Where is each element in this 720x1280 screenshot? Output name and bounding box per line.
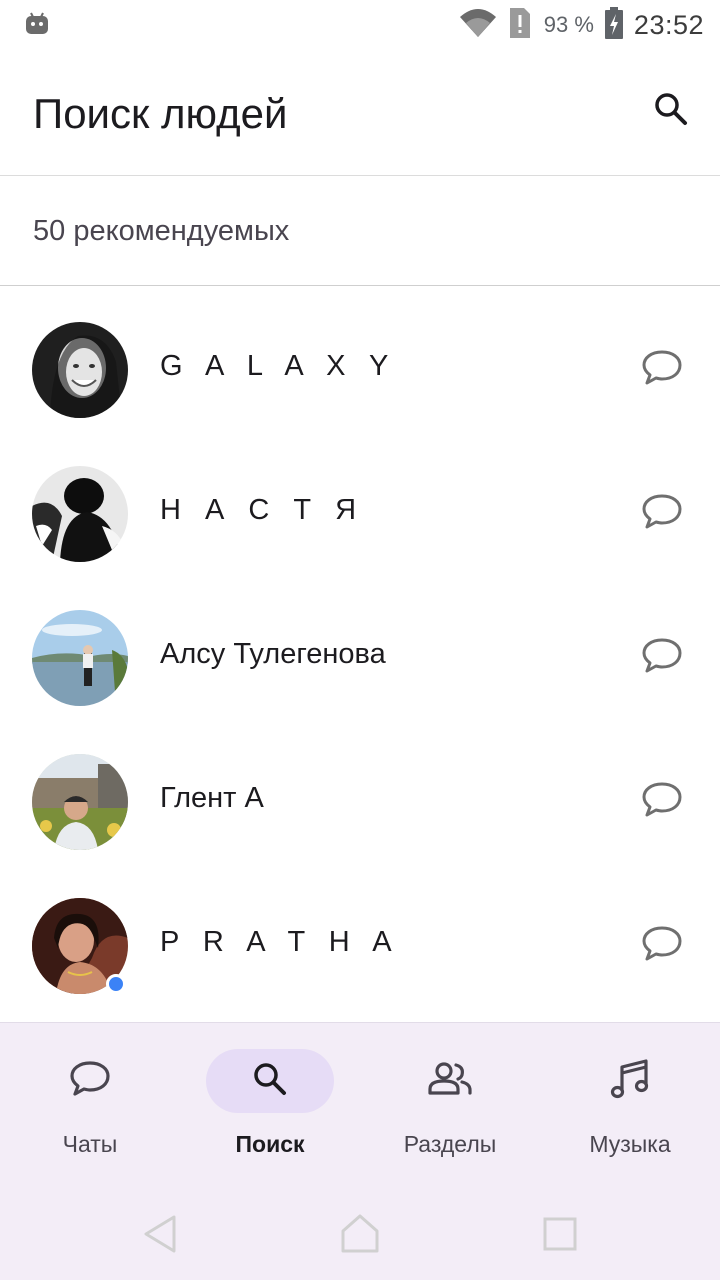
chat-bubble-icon xyxy=(641,637,683,680)
online-indicator xyxy=(106,974,126,994)
person-name: Н А С Т Я xyxy=(160,494,365,526)
person-name: Глент А xyxy=(160,782,264,814)
search-icon xyxy=(252,1061,288,1102)
back-icon xyxy=(142,1214,178,1259)
nav-icon-container[interactable] xyxy=(26,1049,154,1113)
people-list: G A L A X Y Н А С Т Я Алсу Тулегенова Гл… xyxy=(0,298,720,1018)
status-bar: 93 % 23:52 xyxy=(0,0,720,50)
page-title: Поиск людей xyxy=(33,90,288,137)
search-button[interactable] xyxy=(646,86,696,136)
recents-icon xyxy=(542,1216,578,1257)
list-item[interactable]: Глент А xyxy=(0,730,720,874)
chat-bubble-icon xyxy=(641,493,683,536)
list-item[interactable]: G A L A X Y xyxy=(0,298,720,442)
battery-charging-icon xyxy=(604,6,624,44)
avatar[interactable] xyxy=(32,610,128,706)
nav-label: Чаты xyxy=(62,1131,118,1157)
nav-icon-container[interactable] xyxy=(206,1049,334,1113)
wifi-icon xyxy=(458,7,498,44)
section-header: 50 рекомендуемых xyxy=(0,177,720,286)
system-navigation-bar xyxy=(0,1192,720,1280)
message-button[interactable] xyxy=(638,492,686,536)
nav-icon-container[interactable] xyxy=(566,1049,694,1113)
list-item[interactable]: Н А С Т Я xyxy=(0,442,720,586)
list-item[interactable]: P R A T H A xyxy=(0,874,720,1018)
message-button[interactable] xyxy=(638,924,686,968)
home-icon xyxy=(339,1213,381,1260)
bottom-navigation: Чаты Поиск Разделы Музыка xyxy=(0,1022,720,1192)
nav-item-music[interactable]: Музыка xyxy=(540,1023,720,1193)
nav-item-search[interactable]: Поиск xyxy=(180,1023,360,1193)
message-button[interactable] xyxy=(638,636,686,680)
avatar[interactable] xyxy=(32,322,128,418)
search-icon xyxy=(653,91,689,132)
person-name: Алсу Тулегенова xyxy=(160,638,386,670)
nav-label: Разделы xyxy=(403,1131,497,1157)
nav-item-sections[interactable]: Разделы xyxy=(360,1023,540,1193)
android-icon xyxy=(24,10,50,36)
person-name: G A L A X Y xyxy=(160,350,397,382)
chat-bubble-icon xyxy=(641,349,683,392)
battery-percent: 93 % xyxy=(543,12,594,37)
avatar[interactable] xyxy=(32,754,128,850)
nav-label: Поиск xyxy=(235,1131,305,1157)
chat-bubble-icon xyxy=(641,781,683,824)
message-button[interactable] xyxy=(638,348,686,392)
section-title: 50 рекомендуемых xyxy=(33,215,290,247)
nav-icon-container[interactable] xyxy=(386,1049,514,1113)
status-time: 23:52 xyxy=(633,9,704,40)
avatar[interactable] xyxy=(32,466,128,562)
recents-button[interactable] xyxy=(538,1214,582,1258)
sim-alert-icon xyxy=(508,6,532,45)
chat-bubble-icon xyxy=(69,1060,111,1103)
chat-bubble-icon xyxy=(641,925,683,968)
music-note-icon xyxy=(610,1057,650,1106)
people-icon xyxy=(426,1061,474,1102)
back-button[interactable] xyxy=(138,1214,182,1258)
person-name: P R A T H A xyxy=(160,926,400,958)
nav-label: Музыка xyxy=(589,1131,671,1157)
home-button[interactable] xyxy=(338,1214,382,1258)
message-button[interactable] xyxy=(638,780,686,824)
nav-item-chats[interactable]: Чаты xyxy=(0,1023,180,1193)
app-bar: Поиск людей xyxy=(0,50,720,176)
list-item[interactable]: Алсу Тулегенова xyxy=(0,586,720,730)
